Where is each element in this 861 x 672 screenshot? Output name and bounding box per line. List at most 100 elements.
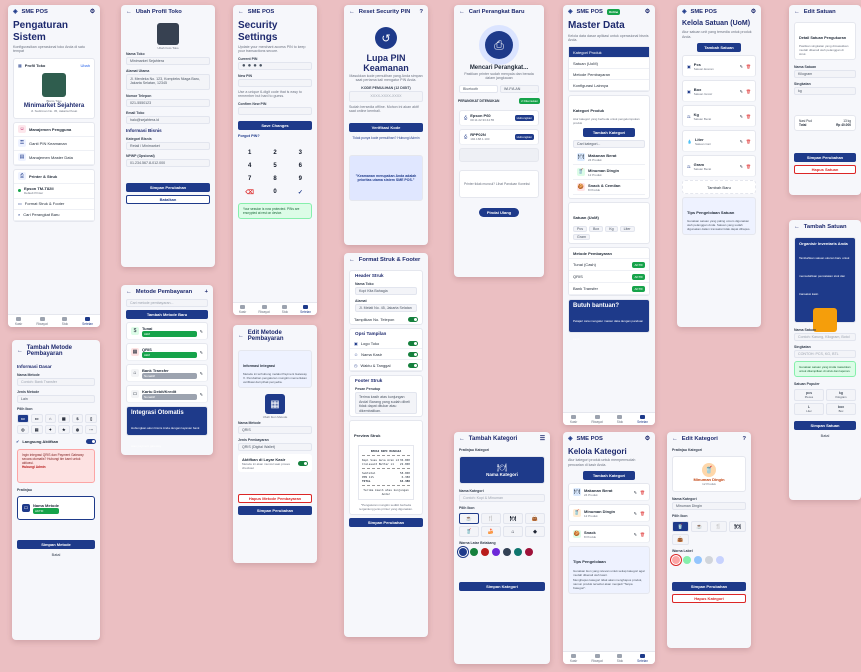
color-green[interactable] xyxy=(470,548,478,556)
gift-icon[interactable]: ✦ xyxy=(44,425,56,434)
popular-unit[interactable]: pcs Pieces xyxy=(794,389,824,401)
help-icon[interactable]: ? xyxy=(419,9,423,15)
key-8[interactable]: 8 xyxy=(263,174,286,185)
category-search-input[interactable]: Cari kategori... xyxy=(573,140,645,149)
help-icon[interactable]: ? xyxy=(742,436,746,442)
key-0[interactable]: 0 xyxy=(263,187,286,198)
color-slate[interactable] xyxy=(503,548,511,556)
key-1[interactable]: 1 xyxy=(238,148,261,159)
back-icon[interactable]: ← xyxy=(794,9,800,15)
contact-admin-link[interactable]: Tidak punya kode pemulihan? Hubungi Admi… xyxy=(344,135,428,141)
tab-bluetooth[interactable]: Bluetooth xyxy=(459,84,498,93)
edit-icon[interactable]: ✎ xyxy=(740,114,743,119)
nav-kasir[interactable]: Kasir xyxy=(15,317,22,326)
nav-riwayat[interactable]: Riwayat xyxy=(591,415,602,424)
key-2[interactable]: 2 xyxy=(263,148,286,159)
color-red[interactable] xyxy=(481,548,489,556)
back-icon[interactable]: ← xyxy=(349,9,355,15)
edit-link[interactable]: Ubah xyxy=(80,63,90,68)
method-item[interactable]: ⌂ Bank Transfer Nonaktif ✎ xyxy=(126,364,208,382)
device-rpp[interactable]: ⎙ RPP02N 192.168.1.100 Hubungkan xyxy=(459,128,539,145)
method-item[interactable]: $ Tunai Aktif ✎ xyxy=(126,322,208,340)
save-method-button[interactable]: Simpan Metode xyxy=(17,540,95,549)
edit-icon[interactable]: ✎ xyxy=(634,490,637,495)
qr-icon[interactable]: ▦ xyxy=(265,394,285,414)
key-4[interactable]: 4 xyxy=(238,161,261,172)
edit-icon[interactable]: ✎ xyxy=(634,511,637,516)
new-pin-input[interactable] xyxy=(238,78,312,87)
color-rose[interactable] xyxy=(525,548,533,556)
address-input[interactable]: Jl. Melati No. 45, Jakarta Selatan xyxy=(355,304,417,312)
nav-kasir[interactable]: Kasir xyxy=(239,305,246,314)
menu-pembayaran[interactable]: Metode Pembayaran xyxy=(569,69,649,81)
back-icon[interactable]: ← xyxy=(459,436,465,442)
menu-cari-perangkat[interactable]: ⌕ Cari Perangkat Baru xyxy=(14,210,94,221)
unit-name-input[interactable]: Contoh: Karung, Kilogram, Botol xyxy=(794,333,856,341)
datetime-toggle[interactable] xyxy=(408,362,418,368)
coin-icon[interactable]: ◎ xyxy=(17,425,29,434)
payment-type-select[interactable]: QRIS (Digital Wallet) xyxy=(238,443,312,451)
delete-icon[interactable]: 🗑 xyxy=(746,64,751,69)
nav-setelan[interactable]: Setelan xyxy=(637,415,648,424)
printer-epson[interactable]: Epson TM-T82II Default Printer xyxy=(14,184,94,199)
method-item[interactable]: ▦ QRIS Aktif ✎ xyxy=(126,343,208,361)
edit-icon[interactable]: ✎ xyxy=(200,329,203,334)
cash-icon[interactable]: $ xyxy=(71,414,84,423)
save-button[interactable]: Simpan Perubahan xyxy=(349,518,423,527)
menu-format-struk[interactable]: ▭ Format Struk & Footer xyxy=(14,199,94,210)
edit-icon[interactable]: ✎ xyxy=(634,532,637,537)
back-icon[interactable]: ← xyxy=(459,9,465,15)
edit-icon[interactable]: ✎ xyxy=(740,139,743,144)
save-changes-button[interactable]: Save Changes xyxy=(238,120,312,130)
qr-icon[interactable]: ▦ xyxy=(57,414,70,423)
back-icon[interactable]: ← xyxy=(672,436,678,442)
color-green[interactable] xyxy=(683,556,691,564)
save-category-button[interactable]: Simpan Kategori xyxy=(459,582,545,591)
back-icon[interactable]: ← xyxy=(238,9,244,15)
save-button[interactable]: Simpan Perubahan xyxy=(126,183,210,192)
email-input[interactable]: halo@sejahtera.id xyxy=(126,116,210,124)
delete-icon[interactable]: 🗑 xyxy=(640,490,645,495)
back-icon[interactable]: ← xyxy=(794,224,800,230)
cake-icon[interactable]: 🍰 xyxy=(481,526,501,537)
delete-icon[interactable]: 🗑 xyxy=(746,164,751,169)
unit-chip[interactable]: Gram xyxy=(573,234,590,241)
payment-item[interactable]: Tunai (Cash) AKTIF xyxy=(569,259,649,272)
edit-icon[interactable]: ✎ xyxy=(740,164,743,169)
popular-unit[interactable]: box Box xyxy=(826,403,856,415)
nav-riwayat[interactable]: Riwayat xyxy=(258,305,269,314)
edit-icon[interactable]: ✎ xyxy=(200,350,203,355)
address-input[interactable]: Jl. Merdeka No. 123, Kompleks Niaga Baru… xyxy=(126,74,210,90)
color-purple[interactable] xyxy=(492,548,500,556)
color-red[interactable] xyxy=(672,556,680,564)
unit-item[interactable]: ⚖ Kg Satuan Berat ✎ 🗑 xyxy=(682,105,756,128)
help-banner[interactable]: Butuh bantuan? Pelajari cara mengatur mas… xyxy=(568,299,650,341)
nav-stok[interactable]: Stok xyxy=(617,654,623,663)
nav-setelan[interactable]: Setelan xyxy=(82,317,93,326)
contact-admin-link[interactable]: Hubungi Admin xyxy=(22,465,90,469)
utensils-icon[interactable]: 🍽 xyxy=(729,521,746,532)
card-icon[interactable]: ▭ xyxy=(30,414,43,423)
unit-item[interactable]: 💧 Liter Satuan Cair ✎ 🗑 xyxy=(682,130,756,153)
integration-banner[interactable]: Integrasi Otomatis Hubungkan akun bisnis … xyxy=(126,406,208,448)
drink-icon[interactable]: 🥤 xyxy=(459,526,479,537)
delete-method-button[interactable]: Hapus Metode Pembayaran xyxy=(238,494,312,503)
nav-kasir[interactable]: Kasir xyxy=(570,415,577,424)
color-navy[interactable] xyxy=(459,548,467,556)
category-name-input[interactable]: Minuman Dingin xyxy=(672,502,746,510)
payment-item[interactable]: QRIS AKTIF xyxy=(569,271,649,284)
star-icon[interactable]: ★ xyxy=(57,425,70,434)
tag-icon[interactable]: ◈ xyxy=(525,526,545,537)
edit-icon[interactable]: ✎ xyxy=(200,371,203,376)
cashier-toggle-row[interactable]: Aktifkan di Layar Kasir Metode ini akan m… xyxy=(238,454,312,472)
menu-ganti-pin[interactable]: ⚿ Ganti PIN Keamanan xyxy=(14,137,94,151)
receipt-icon[interactable]: ▤ xyxy=(30,425,43,434)
bank-icon[interactable]: ⌂ xyxy=(44,414,56,423)
gear-icon[interactable]: ⚙ xyxy=(90,9,95,15)
logo-toggle[interactable] xyxy=(408,340,418,346)
phone-toggle-row[interactable]: Tampilkan No. Telepon xyxy=(350,314,422,324)
coffee-icon[interactable]: ☕ xyxy=(459,513,479,524)
unit-item[interactable]: ▣ Box Satuan Grosir ✎ 🗑 xyxy=(682,80,756,103)
method-name-input[interactable]: Contoh: Bank Transfer xyxy=(17,378,95,386)
add-method-button[interactable]: Tambah Metode Baru xyxy=(126,310,208,319)
